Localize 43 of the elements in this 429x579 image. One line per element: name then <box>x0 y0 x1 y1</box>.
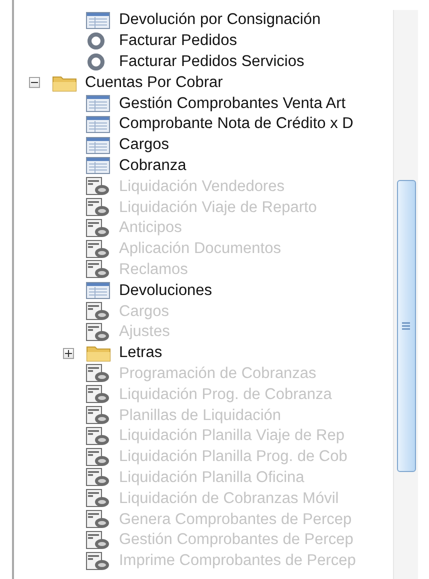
document-disk-icon <box>86 426 110 446</box>
collapse-button[interactable] <box>28 77 40 88</box>
document-disk-icon <box>86 177 110 196</box>
window-icon <box>86 282 110 300</box>
document-disk-icon <box>86 552 110 571</box>
scroll-thumb[interactable] <box>396 180 416 472</box>
tree-item[interactable]: Cobranza <box>119 156 186 175</box>
ring-icon <box>86 52 106 71</box>
document-disk-icon <box>86 198 110 218</box>
window-icon <box>86 136 110 154</box>
tree-item[interactable]: Comprobante Nota de Crédito x D <box>119 115 354 134</box>
document-disk-icon <box>86 406 110 426</box>
window-icon <box>86 157 110 174</box>
tree-item[interactable]: Cargos <box>119 136 169 154</box>
window-icon <box>86 95 110 112</box>
tree-item[interactable]: Devolución por Consignación <box>119 11 321 30</box>
folder-label[interactable]: Letras <box>119 344 162 362</box>
document-disk-icon <box>86 260 110 280</box>
tree-item[interactable]: Gestión Comprobantes Venta Art <box>119 94 346 113</box>
window-icon <box>86 116 110 133</box>
document-disk-icon <box>86 302 110 322</box>
document-disk-icon <box>86 218 110 238</box>
document-disk-icon <box>86 364 110 384</box>
expand-button[interactable] <box>62 348 74 359</box>
document-disk-icon <box>86 468 110 488</box>
plus-icon <box>64 350 72 357</box>
tree-item[interactable]: Facturar Pedidos Servicios <box>119 52 304 71</box>
document-disk-icon <box>86 240 110 259</box>
document-disk-icon <box>86 385 110 404</box>
scrollbar[interactable] <box>393 10 418 579</box>
document-disk-icon <box>86 448 110 467</box>
folder-label[interactable]: Cuentas Por Cobrar <box>85 74 223 92</box>
document-disk-icon <box>86 322 110 342</box>
tree-item[interactable]: Devoluciones <box>119 282 212 300</box>
window-icon <box>86 12 110 29</box>
folder-icon <box>86 344 112 362</box>
tree-item[interactable]: Facturar Pedidos <box>119 32 238 50</box>
document-disk-icon <box>86 489 110 508</box>
grip-icon <box>402 322 410 330</box>
folder-icon <box>52 74 78 92</box>
document-disk-icon <box>86 530 110 550</box>
ring-icon <box>86 32 106 50</box>
document-disk-icon <box>86 510 110 530</box>
